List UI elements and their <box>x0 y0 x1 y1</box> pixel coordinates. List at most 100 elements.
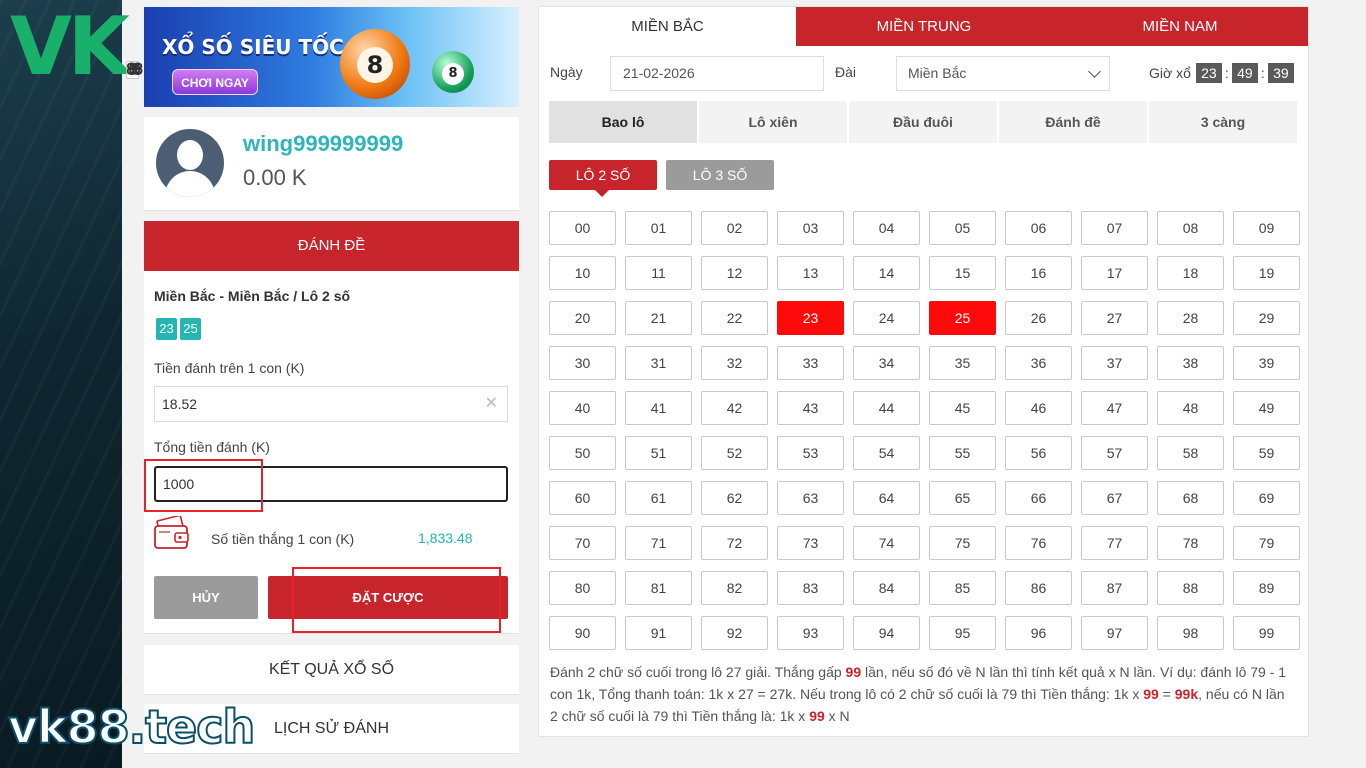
number-cell-27[interactable]: 27 <box>1081 301 1148 335</box>
number-cell-09[interactable]: 09 <box>1233 211 1300 245</box>
number-cell-18[interactable]: 18 <box>1157 256 1224 290</box>
tab-dau-duoi[interactable]: Đầu đuôi <box>849 101 997 143</box>
tab-bao-lo[interactable]: Bao lô <box>549 101 697 143</box>
number-cell-30[interactable]: 30 <box>549 346 616 380</box>
number-cell-62[interactable]: 62 <box>701 481 768 515</box>
number-cell-54[interactable]: 54 <box>853 436 920 470</box>
tab-mien-trung[interactable]: MIỀN TRUNG <box>796 7 1052 46</box>
number-cell-15[interactable]: 15 <box>929 256 996 290</box>
selected-number-chip[interactable]: 23 <box>156 318 177 340</box>
tab-lo-2-so[interactable]: LÔ 2 SỐ <box>549 160 657 190</box>
number-cell-31[interactable]: 31 <box>625 346 692 380</box>
number-cell-74[interactable]: 74 <box>853 526 920 560</box>
number-cell-61[interactable]: 61 <box>625 481 692 515</box>
number-cell-79[interactable]: 79 <box>1233 526 1300 560</box>
number-cell-38[interactable]: 38 <box>1157 346 1224 380</box>
number-cell-32[interactable]: 32 <box>701 346 768 380</box>
number-cell-05[interactable]: 05 <box>929 211 996 245</box>
number-cell-47[interactable]: 47 <box>1081 391 1148 425</box>
number-cell-42[interactable]: 42 <box>701 391 768 425</box>
number-cell-71[interactable]: 71 <box>625 526 692 560</box>
number-cell-34[interactable]: 34 <box>853 346 920 380</box>
number-cell-66[interactable]: 66 <box>1005 481 1072 515</box>
number-cell-46[interactable]: 46 <box>1005 391 1072 425</box>
number-cell-33[interactable]: 33 <box>777 346 844 380</box>
number-cell-92[interactable]: 92 <box>701 616 768 650</box>
number-cell-56[interactable]: 56 <box>1005 436 1072 470</box>
number-cell-21[interactable]: 21 <box>625 301 692 335</box>
number-cell-68[interactable]: 68 <box>1157 481 1224 515</box>
tab-lo-3-so[interactable]: LÔ 3 SỐ <box>666 160 774 190</box>
avatar[interactable] <box>156 129 224 197</box>
number-cell-91[interactable]: 91 <box>625 616 692 650</box>
cancel-button[interactable]: HỦY <box>154 576 258 619</box>
number-cell-90[interactable]: 90 <box>549 616 616 650</box>
number-cell-20[interactable]: 20 <box>549 301 616 335</box>
number-cell-50[interactable]: 50 <box>549 436 616 470</box>
selected-number-chip[interactable]: 25 <box>180 318 201 340</box>
number-cell-82[interactable]: 82 <box>701 571 768 605</box>
clear-icon[interactable]: ✕ <box>485 387 498 421</box>
number-cell-72[interactable]: 72 <box>701 526 768 560</box>
number-cell-95[interactable]: 95 <box>929 616 996 650</box>
number-cell-37[interactable]: 37 <box>1081 346 1148 380</box>
number-cell-40[interactable]: 40 <box>549 391 616 425</box>
number-cell-19[interactable]: 19 <box>1233 256 1300 290</box>
number-cell-16[interactable]: 16 <box>1005 256 1072 290</box>
number-cell-35[interactable]: 35 <box>929 346 996 380</box>
number-cell-10[interactable]: 10 <box>549 256 616 290</box>
promo-banner[interactable]: XỔ SỐ SIÊU TỐC CHƠI NGAY 8 8 <box>144 7 519 107</box>
number-cell-93[interactable]: 93 <box>777 616 844 650</box>
number-cell-99[interactable]: 99 <box>1233 616 1300 650</box>
number-cell-67[interactable]: 67 <box>1081 481 1148 515</box>
number-cell-49[interactable]: 49 <box>1233 391 1300 425</box>
number-cell-89[interactable]: 89 <box>1233 571 1300 605</box>
tab-mien-bac[interactable]: MIỀN BẮC <box>539 7 796 46</box>
number-cell-83[interactable]: 83 <box>777 571 844 605</box>
number-cell-58[interactable]: 58 <box>1157 436 1224 470</box>
number-cell-73[interactable]: 73 <box>777 526 844 560</box>
number-cell-70[interactable]: 70 <box>549 526 616 560</box>
number-cell-36[interactable]: 36 <box>1005 346 1072 380</box>
number-cell-65[interactable]: 65 <box>929 481 996 515</box>
number-cell-13[interactable]: 13 <box>777 256 844 290</box>
number-cell-63[interactable]: 63 <box>777 481 844 515</box>
stake-input[interactable]: 18.52 ✕ <box>154 386 508 422</box>
number-cell-01[interactable]: 01 <box>625 211 692 245</box>
tab-mien-nam[interactable]: MIỀN NAM <box>1052 7 1308 46</box>
number-cell-55[interactable]: 55 <box>929 436 996 470</box>
number-cell-44[interactable]: 44 <box>853 391 920 425</box>
number-cell-23[interactable]: 23 <box>777 301 844 335</box>
number-cell-97[interactable]: 97 <box>1081 616 1148 650</box>
number-cell-69[interactable]: 69 <box>1233 481 1300 515</box>
number-cell-60[interactable]: 60 <box>549 481 616 515</box>
number-cell-98[interactable]: 98 <box>1157 616 1224 650</box>
number-cell-29[interactable]: 29 <box>1233 301 1300 335</box>
number-cell-57[interactable]: 57 <box>1081 436 1148 470</box>
number-cell-94[interactable]: 94 <box>853 616 920 650</box>
number-cell-24[interactable]: 24 <box>853 301 920 335</box>
number-cell-86[interactable]: 86 <box>1005 571 1072 605</box>
number-cell-07[interactable]: 07 <box>1081 211 1148 245</box>
number-cell-78[interactable]: 78 <box>1157 526 1224 560</box>
number-cell-08[interactable]: 08 <box>1157 211 1224 245</box>
number-cell-64[interactable]: 64 <box>853 481 920 515</box>
number-cell-87[interactable]: 87 <box>1081 571 1148 605</box>
number-cell-39[interactable]: 39 <box>1233 346 1300 380</box>
number-cell-14[interactable]: 14 <box>853 256 920 290</box>
number-cell-41[interactable]: 41 <box>625 391 692 425</box>
number-cell-77[interactable]: 77 <box>1081 526 1148 560</box>
station-select[interactable]: Miền Bắc <box>896 56 1110 91</box>
number-cell-00[interactable]: 00 <box>549 211 616 245</box>
lottery-results-link[interactable]: KẾT QUẢ XỔ SỐ <box>144 645 519 695</box>
tab-danh-de[interactable]: Đánh đề <box>999 101 1147 143</box>
number-cell-84[interactable]: 84 <box>853 571 920 605</box>
tab-3-cang[interactable]: 3 càng <box>1149 101 1297 143</box>
number-cell-80[interactable]: 80 <box>549 571 616 605</box>
number-cell-25[interactable]: 25 <box>929 301 996 335</box>
number-cell-26[interactable]: 26 <box>1005 301 1072 335</box>
number-cell-28[interactable]: 28 <box>1157 301 1224 335</box>
number-cell-43[interactable]: 43 <box>777 391 844 425</box>
number-cell-96[interactable]: 96 <box>1005 616 1072 650</box>
number-cell-11[interactable]: 11 <box>625 256 692 290</box>
